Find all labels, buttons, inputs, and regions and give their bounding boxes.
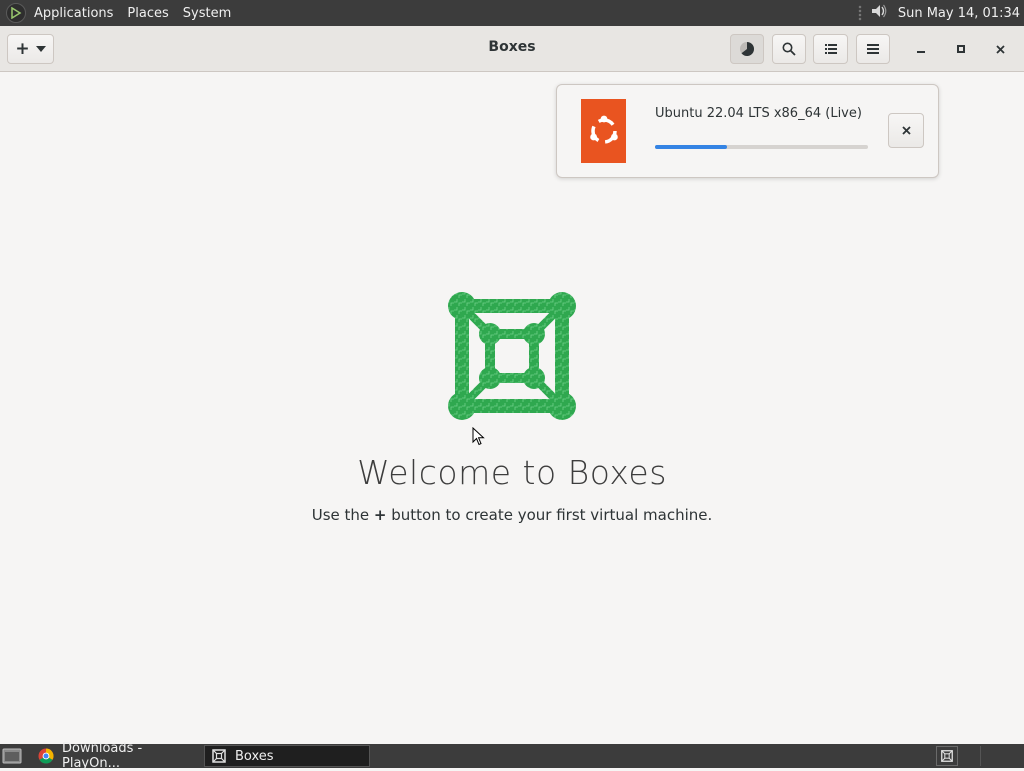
- cancel-download-button[interactable]: [888, 113, 924, 148]
- welcome-plus-symbol: +: [373, 506, 387, 524]
- download-progress-fill: [655, 145, 728, 149]
- mouse-pointer-icon: [472, 427, 485, 446]
- ubuntu-logo-icon: [581, 99, 626, 163]
- places-menu[interactable]: Places: [127, 6, 168, 21]
- hamburger-menu-icon: [867, 44, 879, 54]
- maximize-icon: [957, 45, 965, 53]
- download-progress-bar: [655, 145, 868, 149]
- list-view-icon: [824, 44, 837, 54]
- taskbar-item-boxes[interactable]: Boxes: [204, 745, 370, 767]
- welcome-title: Welcome to Boxes: [357, 453, 667, 492]
- close-icon: [995, 44, 1005, 54]
- system-menu[interactable]: System: [183, 6, 231, 21]
- minimize-icon: [917, 51, 925, 53]
- workspace-switcher[interactable]: [936, 746, 958, 766]
- show-desktop-icon[interactable]: [2, 747, 22, 765]
- maximize-button[interactable]: [952, 40, 970, 58]
- volume-icon[interactable]: [870, 2, 888, 24]
- search-icon: [782, 42, 796, 56]
- taskbar-item-downloads[interactable]: Downloads - PlayOn...: [32, 741, 200, 771]
- bottom-panel: Downloads - PlayOn... Boxes: [0, 741, 1024, 771]
- boxes-icon: [941, 750, 953, 762]
- downloads-popover: Ubuntu 22.04 LTS x86_64 (Live): [556, 84, 939, 178]
- list-view-button[interactable]: [813, 34, 848, 64]
- chrome-icon: [38, 748, 54, 764]
- panel-separator: [857, 5, 862, 21]
- applications-menu[interactable]: Applications: [34, 6, 113, 21]
- downloads-button[interactable]: [730, 34, 764, 64]
- welcome-subtitle-before: Use the: [311, 506, 374, 524]
- boxes-logo-icon: [446, 290, 578, 422]
- downloads-icon: [740, 41, 755, 56]
- taskbar-item-label: Downloads - PlayOn...: [62, 741, 143, 771]
- top-panel: Applications Places System Sun May 14, 0…: [0, 0, 1024, 26]
- boxes-icon: [211, 748, 227, 764]
- workspace-separator: [980, 746, 981, 766]
- minimize-button[interactable]: [912, 40, 930, 58]
- taskbar-item-label: Boxes: [235, 748, 274, 764]
- header-bar: + Boxes: [0, 26, 1024, 72]
- search-button[interactable]: [772, 34, 806, 64]
- welcome-subtitle-after: button to create your first virtual mach…: [386, 506, 713, 524]
- welcome-subtitle: Use the + button to create your first vi…: [0, 506, 1024, 524]
- main-menu-button[interactable]: [856, 34, 890, 64]
- close-window-button[interactable]: [991, 40, 1009, 58]
- mate-logo-icon[interactable]: [6, 3, 26, 23]
- clock[interactable]: Sun May 14, 01:34: [898, 6, 1020, 21]
- download-name: Ubuntu 22.04 LTS x86_64 (Live): [655, 106, 862, 121]
- close-icon: [901, 126, 911, 135]
